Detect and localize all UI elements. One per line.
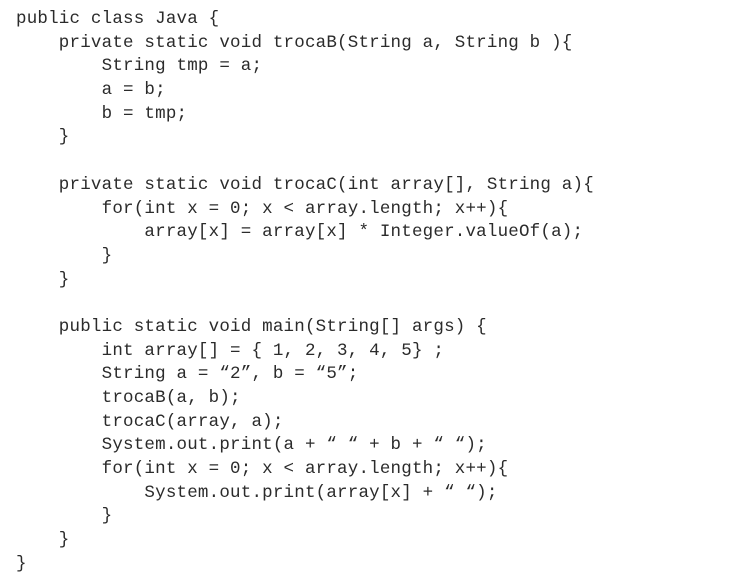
code-line: a = b; bbox=[16, 80, 166, 101]
code-line: } bbox=[16, 506, 113, 527]
code-line: b = tmp; bbox=[16, 103, 188, 124]
code-line: } bbox=[16, 127, 70, 148]
code-line: } bbox=[16, 553, 27, 574]
code-line: } bbox=[16, 530, 70, 551]
code-line: private static void trocaC(int array[], … bbox=[16, 174, 594, 195]
code-line: } bbox=[16, 269, 70, 290]
code-line: trocaB(a, b); bbox=[16, 388, 241, 408]
code-line: public static void main(String[] args) { bbox=[16, 316, 487, 337]
code-line: trocaC(array, a); bbox=[16, 411, 284, 432]
code-line: private static void trocaB(String a, Str… bbox=[16, 32, 573, 53]
code-line: for(int x = 0; x < array.length; x++){ bbox=[16, 198, 509, 219]
code-line: for(int x = 0; x < array.length; x++){ bbox=[16, 459, 509, 480]
code-line: String tmp = a; bbox=[16, 56, 263, 77]
code-line: public class Java { bbox=[16, 9, 220, 29]
code-line: } bbox=[16, 245, 113, 266]
code-line: String a = “2”, b = “5”; bbox=[16, 364, 359, 385]
code-line: System.out.print(array[x] + “ “); bbox=[16, 482, 498, 503]
code-line: System.out.print(a + “ “ + b + “ “); bbox=[16, 435, 487, 456]
code-listing: public class Java { private static void … bbox=[16, 8, 594, 577]
code-line: array[x] = array[x] * Integer.valueOf(a)… bbox=[16, 222, 584, 243]
code-line: int array[] = { 1, 2, 3, 4, 5} ; bbox=[16, 340, 445, 361]
